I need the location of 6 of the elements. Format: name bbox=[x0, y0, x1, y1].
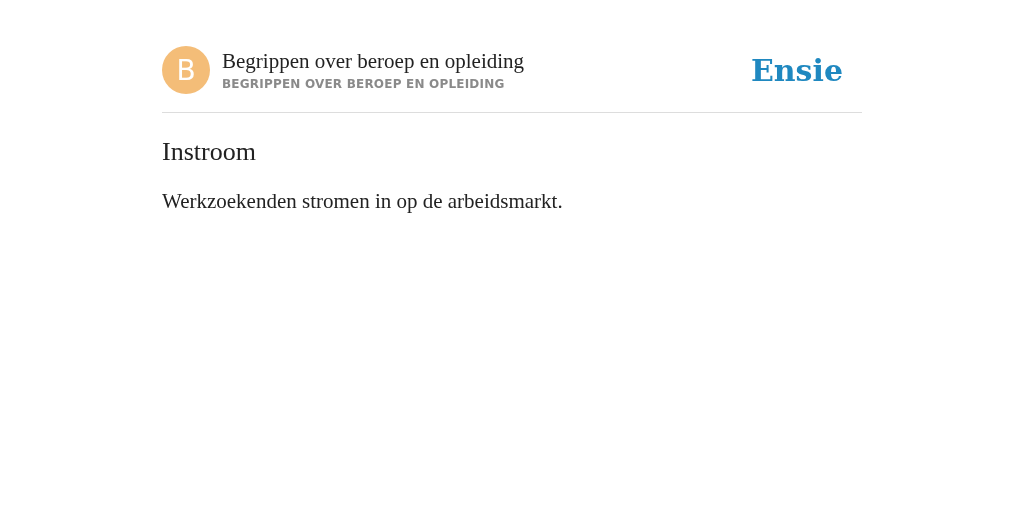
category-title[interactable]: Begrippen over beroep en opleiding bbox=[222, 49, 739, 74]
category-subtitle: BEGRIPPEN OVER BEROEP EN OPLEIDING bbox=[222, 77, 506, 91]
avatar: B bbox=[162, 46, 210, 94]
logo[interactable]: Ensie bbox=[750, 52, 843, 88]
term-heading: Instroom bbox=[162, 137, 257, 167]
definition-text: Werkzoekenden stromen in op de arbeidsmarkt. bbox=[162, 189, 564, 214]
